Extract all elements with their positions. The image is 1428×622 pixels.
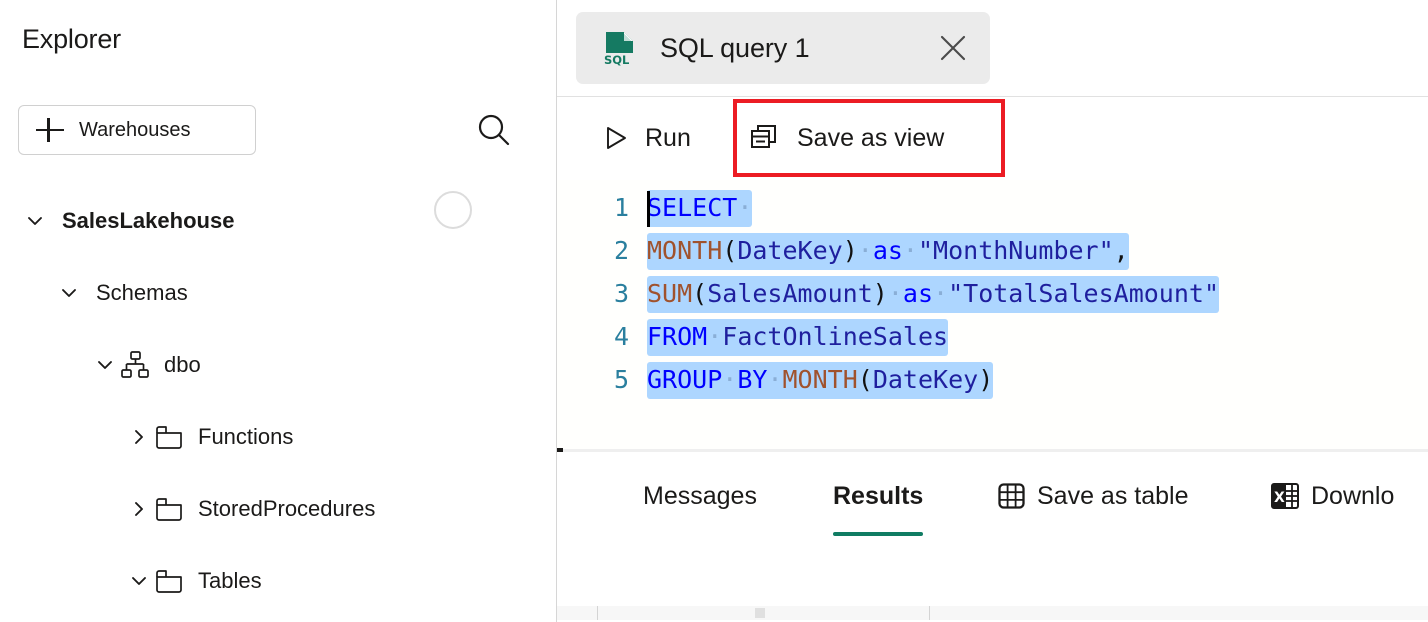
- tab-sql-query-1[interactable]: SQL SQL query 1: [576, 12, 990, 84]
- code-line: 4 FROM·FactOnlineSales: [557, 315, 1428, 358]
- tree-item-tables[interactable]: Tables: [0, 545, 557, 617]
- add-warehouses-button[interactable]: Warehouses: [18, 105, 256, 155]
- grid-column-divider: [597, 606, 598, 620]
- tree-item-functions[interactable]: Functions: [0, 401, 557, 473]
- close-icon[interactable]: [938, 33, 968, 63]
- tab-results[interactable]: Results: [833, 474, 924, 536]
- results-pane: Messages Results Save as table X Downlo: [557, 452, 1428, 620]
- tab-title: SQL query 1: [660, 32, 810, 63]
- run-label: Run: [645, 123, 691, 152]
- download-excel-label: Downlo: [1311, 481, 1395, 510]
- save-as-view-label: Save as view: [797, 123, 945, 152]
- code-line-text: MONTH(DateKey)·as·"MonthNumber",: [647, 233, 1129, 270]
- schema-icon: [118, 348, 152, 382]
- line-number: 1: [613, 193, 629, 222]
- page-title: Explorer: [22, 24, 121, 54]
- active-tab-indicator: [833, 532, 924, 536]
- grid-icon: [997, 481, 1027, 511]
- tree-item-label: Tables: [198, 568, 262, 593]
- tab-strip: SQL SQL query 1: [557, 0, 1428, 97]
- tree-item-label: Schemas: [96, 280, 188, 305]
- chevron-down-icon[interactable]: [22, 208, 48, 234]
- fabric-sql-editor-window: Explorer Warehouses SalesLakehouse Schem…: [0, 0, 1428, 622]
- tree-item-saleslakehouse[interactable]: SalesLakehouse: [0, 185, 557, 257]
- sql-file-icon: SQL: [599, 28, 639, 68]
- code-line-text: SUM(SalesAmount)·as·"TotalSalesAmount": [647, 276, 1220, 313]
- grid-column-handle[interactable]: [755, 608, 765, 618]
- object-explorer-tree: SalesLakehouse Schemas dbo Functions Sto…: [0, 185, 557, 617]
- results-tab-bar: Messages Results Save as table X Downlo: [557, 452, 1428, 552]
- code-line: 1 SELECT·: [557, 186, 1428, 229]
- chevron-down-icon[interactable]: [56, 280, 82, 306]
- chevron-right-icon[interactable]: [126, 424, 152, 450]
- tree-item-label: dbo: [164, 352, 201, 377]
- text-cursor: [647, 191, 650, 227]
- download-excel-button[interactable]: X Downlo: [1269, 474, 1394, 518]
- svg-text:SQL: SQL: [604, 53, 630, 67]
- tree-item-label: SalesLakehouse: [62, 208, 235, 233]
- search-icon[interactable]: [472, 108, 516, 152]
- play-icon: [603, 124, 629, 152]
- line-number: 4: [613, 322, 629, 351]
- chevron-down-icon[interactable]: [92, 352, 118, 378]
- line-number: 2: [613, 236, 629, 265]
- tree-item-label: StoredProcedures: [198, 496, 376, 521]
- code-line: 3 SUM(SalesAmount)·as·"TotalSalesAmount": [557, 272, 1428, 315]
- chevron-down-icon[interactable]: [126, 568, 152, 594]
- folder-icon: [152, 420, 186, 454]
- line-number: 5: [613, 365, 629, 394]
- tree-item-dbo[interactable]: dbo: [0, 329, 557, 401]
- code-line-text: GROUP·BY·MONTH(DateKey): [647, 362, 994, 399]
- tab-messages-label: Messages: [643, 481, 757, 510]
- folder-icon: [152, 564, 186, 598]
- tree-item-label: Functions: [198, 424, 294, 449]
- no-icon: [82, 276, 88, 310]
- tab-results-label: Results: [833, 481, 924, 510]
- no-icon: [48, 204, 54, 238]
- add-warehouses-label: Warehouses: [79, 118, 191, 141]
- line-number: 3: [613, 279, 629, 308]
- excel-icon: X: [1269, 480, 1301, 512]
- save-as-table-button[interactable]: Save as table: [997, 474, 1189, 518]
- tree-item-storedprocedures[interactable]: StoredProcedures: [0, 473, 557, 545]
- save-as-table-label: Save as table: [1037, 481, 1189, 510]
- query-editor-main: SQL SQL query 1 Run Save as view 1 SELEC…: [557, 0, 1428, 622]
- code-line: 5 GROUP·BY·MONTH(DateKey): [557, 358, 1428, 401]
- view-stack-icon: [749, 123, 781, 153]
- explorer-sidebar: Explorer Warehouses SalesLakehouse Schem…: [0, 0, 557, 622]
- svg-text:X: X: [1274, 490, 1285, 506]
- tree-item-schemas[interactable]: Schemas: [0, 257, 557, 329]
- code-line: 2 MONTH(DateKey)·as·"MonthNumber",: [557, 229, 1428, 272]
- save-as-view-button[interactable]: Save as view: [749, 114, 944, 162]
- chevron-right-icon[interactable]: [126, 496, 152, 522]
- sql-code-editor[interactable]: 1 SELECT· 2 MONTH(DateKey)·as·"MonthNumb…: [557, 180, 1428, 452]
- results-grid-header: [557, 606, 1428, 620]
- editor-toolbar: Run Save as view: [557, 97, 1428, 180]
- code-line-text: SELECT·: [647, 190, 753, 227]
- code-line-text: FROM·FactOnlineSales: [647, 319, 949, 356]
- folder-icon: [152, 492, 186, 526]
- tab-messages[interactable]: Messages: [643, 474, 757, 518]
- run-button[interactable]: Run: [603, 114, 691, 162]
- grid-column-divider: [929, 606, 930, 620]
- plus-icon: [33, 113, 67, 147]
